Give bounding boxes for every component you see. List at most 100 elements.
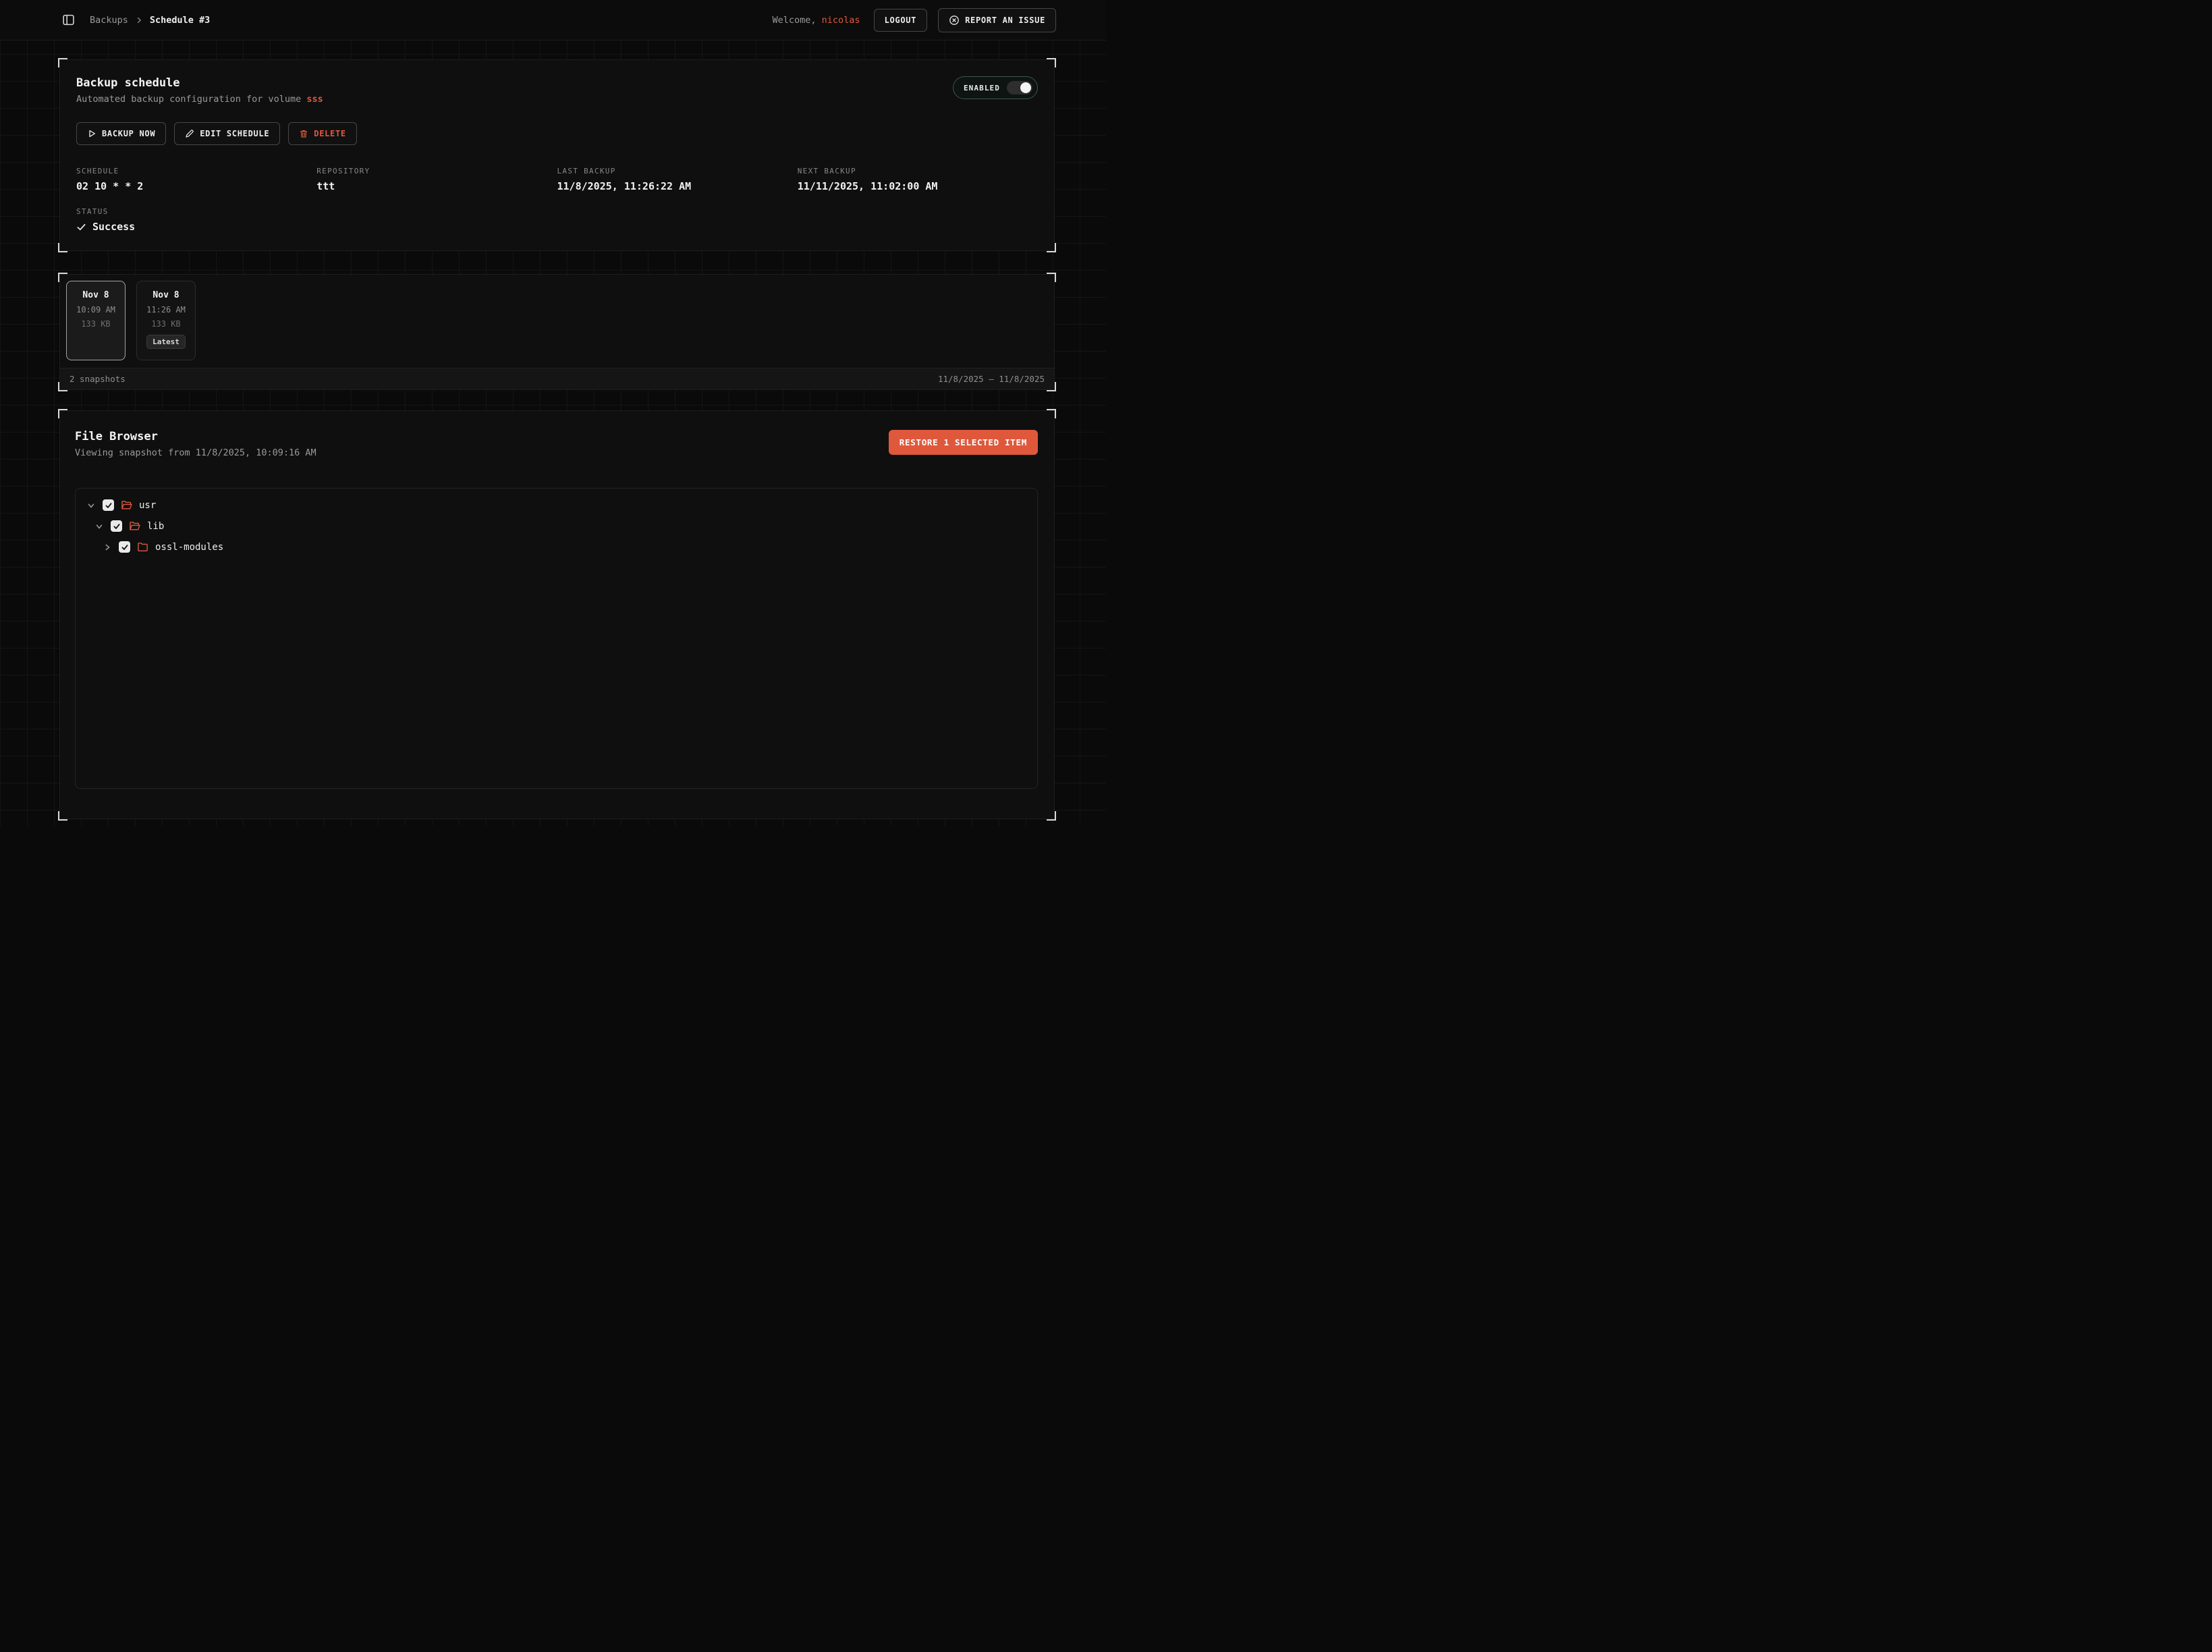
restore-button[interactable]: RESTORE 1 SELECTED ITEM <box>889 430 1038 455</box>
checkbox-checked[interactable] <box>119 541 130 553</box>
topbar-right: Welcome, nicolas LOGOUT REPORT AN ISSUE <box>772 8 1056 32</box>
subtitle-prefix: Automated backup configuration for volum… <box>76 94 301 105</box>
snapshot-date-range: 11/8/2025 – 11/8/2025 <box>938 374 1045 384</box>
snapshot-time: 10:09 AM <box>72 305 119 314</box>
schedule-field: LAST BACKUP 11/8/2025, 11:26:22 AM <box>557 167 798 192</box>
field-value: ttt <box>316 180 557 192</box>
tree-row-lib[interactable]: lib <box>81 516 1032 536</box>
main-content: Backup schedule Automated backup configu… <box>0 40 1106 819</box>
schedule-field: SCHEDULE 02 10 * * 2 <box>76 167 316 192</box>
field-label: NEXT BACKUP <box>798 167 1038 175</box>
status-label: STATUS <box>76 207 1038 216</box>
tree-item-label: lib <box>147 522 164 531</box>
field-label: LAST BACKUP <box>557 167 798 175</box>
pencil-icon <box>185 129 194 138</box>
chevron-right-icon <box>135 16 143 24</box>
edit-schedule-label: EDIT SCHEDULE <box>200 129 269 138</box>
snapshot-count: 2 snapshots <box>70 374 126 384</box>
play-icon <box>87 129 96 138</box>
report-issue-label: REPORT AN ISSUE <box>965 16 1045 25</box>
file-browser-subtitle: Viewing snapshot from 11/8/2025, 10:09:1… <box>75 447 316 458</box>
check-icon <box>113 522 121 530</box>
file-browser-header: File Browser Viewing snapshot from 11/8/… <box>75 430 1038 458</box>
topbar-left: Backups Schedule #3 <box>59 11 210 29</box>
check-icon <box>76 222 86 232</box>
field-label: REPOSITORY <box>316 167 557 175</box>
status-field: STATUS Success <box>76 207 1038 233</box>
tree-item-label: usr <box>139 501 156 510</box>
field-label: SCHEDULE <box>76 167 316 175</box>
welcome-prefix: Welcome, <box>772 15 816 26</box>
topbar: Backups Schedule #3 Welcome, nicolas LOG… <box>0 0 1106 40</box>
snapshot-card[interactable]: Nov 8 10:09 AM 133 KB <box>66 281 126 360</box>
file-browser-panel: File Browser Viewing snapshot from 11/8/… <box>59 410 1055 819</box>
report-issue-button[interactable]: REPORT AN ISSUE <box>938 8 1056 32</box>
corner-bracket <box>58 58 67 67</box>
schedule-actions: BACKUP NOW EDIT SCHEDULE DELETE <box>76 122 1038 145</box>
breadcrumb-item-backups[interactable]: Backups <box>90 15 128 26</box>
welcome-text: Welcome, nicolas <box>772 15 860 26</box>
panel-left-icon <box>62 13 75 26</box>
backup-now-label: BACKUP NOW <box>102 129 155 138</box>
folder-open-icon <box>129 520 140 532</box>
schedule-field: NEXT BACKUP 11/11/2025, 11:02:00 AM <box>798 167 1038 192</box>
circle-x-icon <box>949 15 960 26</box>
status-value: Success <box>76 221 1038 233</box>
trash-icon <box>299 129 308 138</box>
schedule-panel-title: Backup schedule <box>76 76 323 90</box>
file-browser-title: File Browser <box>75 430 316 443</box>
tree-row-usr[interactable]: usr <box>81 495 1032 516</box>
schedule-panel-subtitle: Automated backup configuration for volum… <box>76 94 323 105</box>
breadcrumb-item-current: Schedule #3 <box>150 15 210 26</box>
snapshot-date: Nov 8 <box>72 290 119 300</box>
field-value: 11/8/2025, 11:26:22 AM <box>557 180 798 192</box>
delete-button[interactable]: DELETE <box>288 122 357 145</box>
checkbox-checked[interactable] <box>103 499 114 511</box>
snapshot-strip: Nov 8 10:09 AM 133 KB Nov 8 11:26 AM 133 KB La… <box>60 275 1054 368</box>
check-icon <box>121 543 129 551</box>
snapshot-time: 11:26 AM <box>142 305 190 314</box>
corner-bracket <box>58 811 67 821</box>
corner-bracket <box>58 243 67 252</box>
snapshot-date: Nov 8 <box>142 290 190 300</box>
enabled-toggle-label: ENABLED <box>964 84 1000 92</box>
snapshot-size: 133 KB <box>142 319 190 329</box>
backup-now-button[interactable]: BACKUP NOW <box>76 122 166 145</box>
tree-item-label: ossl-modules <box>155 543 223 552</box>
breadcrumb: Backups Schedule #3 <box>90 15 210 26</box>
file-tree: usr lib ossl-modules <box>75 488 1038 789</box>
corner-bracket <box>1047 243 1056 252</box>
status-text: Success <box>92 221 135 233</box>
snapshots-footer: 2 snapshots 11/8/2025 – 11/8/2025 <box>60 368 1054 389</box>
username: nicolas <box>822 15 860 26</box>
sidebar-toggle-button[interactable] <box>59 11 78 29</box>
chevron-down-icon[interactable] <box>94 522 104 531</box>
corner-bracket <box>1047 409 1056 418</box>
folder-icon <box>137 541 148 553</box>
snapshots-panel: Nov 8 10:09 AM 133 KB Nov 8 11:26 AM 133 KB La… <box>59 274 1055 390</box>
toggle-knob <box>1020 82 1031 93</box>
toggle-switch-icon[interactable] <box>1007 81 1032 94</box>
enabled-toggle[interactable]: ENABLED <box>953 76 1038 99</box>
folder-open-icon <box>121 499 132 511</box>
chevron-right-icon[interactable] <box>103 543 112 552</box>
corner-bracket <box>58 409 67 418</box>
field-value: 11/11/2025, 11:02:00 AM <box>798 180 1038 192</box>
tree-row-ossl-modules[interactable]: ossl-modules <box>81 536 1032 557</box>
logout-button[interactable]: LOGOUT <box>874 9 928 32</box>
volume-name: sss <box>306 94 323 105</box>
snapshot-size: 133 KB <box>72 319 119 329</box>
field-value: 02 10 * * 2 <box>76 180 316 192</box>
latest-badge: Latest <box>146 335 186 349</box>
schedule-field: REPOSITORY ttt <box>316 167 557 192</box>
schedule-fields: SCHEDULE 02 10 * * 2REPOSITORY tttLAST BAC… <box>76 167 1038 192</box>
checkbox-checked[interactable] <box>111 520 122 532</box>
edit-schedule-button[interactable]: EDIT SCHEDULE <box>174 122 280 145</box>
schedule-panel-header: Backup schedule Automated backup configu… <box>76 76 1038 105</box>
corner-bracket <box>1047 811 1056 821</box>
check-icon <box>105 501 113 510</box>
delete-label: DELETE <box>314 129 346 138</box>
snapshot-card[interactable]: Nov 8 11:26 AM 133 KB Latest <box>136 281 196 360</box>
corner-bracket <box>1047 58 1056 67</box>
chevron-down-icon[interactable] <box>86 501 96 510</box>
